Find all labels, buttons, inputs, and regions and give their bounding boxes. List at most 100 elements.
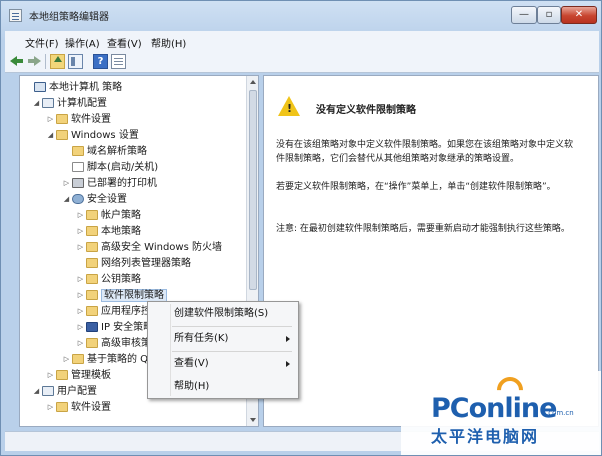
detail-paragraph-2: 若要定义软件限制策略，在“操作”菜单上，单击“创建软件限制策略”。 — [276, 182, 556, 192]
menu-file[interactable]: 文件(F) — [25, 35, 59, 50]
up-folder-icon[interactable] — [50, 54, 65, 69]
tree-node[interactable]: ▷ IP 安全策略 — [76, 320, 153, 335]
tree-expander-icon[interactable]: ▷ — [62, 352, 71, 367]
scroll-up-arrow-icon[interactable] — [250, 80, 256, 84]
detail-paragraph-1: 没有在该组策略对象中定义软件限制策略。如果您在该组策略对象中定义软件限制策略，它… — [276, 140, 574, 164]
tree-expander-icon[interactable]: ▷ — [76, 272, 85, 287]
tree-node[interactable]: ◢ 计算机配置 — [32, 96, 107, 111]
tree-expander-icon[interactable]: ▷ — [46, 400, 55, 415]
tree-expander-icon[interactable]: ◢ — [46, 128, 55, 143]
computer-icon — [42, 98, 54, 108]
back-arrow-icon[interactable] — [9, 54, 24, 69]
folder-icon — [56, 130, 68, 140]
tree-node-label: 脚本(启动/关机) — [87, 162, 159, 173]
toolbar-separator — [45, 54, 46, 69]
context-all-tasks[interactable]: 所有任务(K) — [150, 329, 296, 349]
tree-expander-icon[interactable]: ▷ — [46, 112, 55, 127]
tree-expander-icon[interactable]: ▷ — [76, 288, 85, 303]
watermark-brand: PConline — [431, 393, 557, 424]
warning-icon: ! — [278, 96, 300, 116]
tree-node[interactable]: ◢ Windows 设置 — [46, 128, 139, 143]
folder-icon — [86, 274, 98, 284]
properties-icon[interactable] — [111, 54, 126, 69]
context-item-label: 帮助(H) — [174, 381, 210, 392]
folder-icon — [72, 146, 84, 156]
gear-icon — [72, 194, 84, 204]
doc-icon — [72, 162, 84, 172]
tree-expander-icon[interactable]: ▷ — [76, 320, 85, 335]
close-button[interactable]: ✕ — [561, 6, 597, 24]
tree-node-label: IP 安全策略 — [101, 322, 154, 333]
app-window: 本地组策略编辑器 — ▫ ✕ 文件(F) 操作(A) 查看(V) 帮助(H) ?… — [0, 0, 602, 456]
tree-node-label: 软件设置 — [71, 114, 111, 125]
tree-node[interactable]: ▷ 管理模板 — [46, 368, 111, 383]
scroll-thumb[interactable] — [249, 90, 257, 290]
tree-node[interactable]: ▷ 帐户策略 — [76, 208, 141, 223]
folder-icon — [56, 370, 68, 380]
tree-node[interactable]: 域名解析策略 — [62, 144, 147, 159]
tree-node[interactable]: ▷ 软件设置 — [46, 400, 111, 415]
folder-icon — [86, 258, 98, 268]
tree-node[interactable]: ▷ 应用程序控 — [76, 304, 151, 319]
tree-node[interactable]: ▷ 基于策略的 Qo — [62, 352, 154, 367]
tree-node[interactable]: ▷ 高级安全 Windows 防火墙 — [76, 240, 222, 255]
folder-icon — [86, 306, 98, 316]
maximize-button[interactable]: ▫ — [537, 6, 561, 24]
folder-icon — [56, 114, 68, 124]
tree-node[interactable]: ◢ 安全设置 — [62, 192, 127, 207]
tree-expander-icon[interactable]: ◢ — [62, 192, 71, 207]
menu-action[interactable]: 操作(A) — [65, 35, 100, 50]
submenu-arrow-icon — [286, 361, 290, 367]
menu-view[interactable]: 查看(V) — [107, 35, 142, 50]
tree-expander-icon[interactable]: ▷ — [76, 224, 85, 239]
context-view[interactable]: 查看(V) — [150, 354, 296, 374]
context-separator — [172, 326, 292, 327]
tree-node-label: 管理模板 — [71, 370, 111, 381]
tree-node-label: 基于策略的 Qo — [87, 354, 155, 365]
context-create-policy[interactable]: 创建软件限制策略(S) — [150, 304, 296, 324]
tree-expander-icon[interactable]: ▷ — [46, 368, 55, 383]
computer-icon — [42, 386, 54, 396]
context-item-label: 创建软件限制策略(S) — [174, 308, 269, 319]
tree-expander-icon[interactable]: ▷ — [62, 176, 71, 191]
minimize-button[interactable]: — — [511, 6, 537, 24]
tree-node[interactable]: 脚本(启动/关机) — [62, 160, 158, 175]
watermark-domain: .com.cn — [546, 409, 574, 417]
tree-expander-icon[interactable]: ▷ — [76, 336, 85, 351]
folder-icon — [86, 290, 98, 300]
watermark-chinese: 太平洋电脑网 — [431, 427, 540, 446]
menu-help[interactable]: 帮助(H) — [151, 35, 186, 50]
title-bar[interactable]: 本地组策略编辑器 — ▫ ✕ — [1, 1, 601, 29]
tree-node-label: 高级审核策 — [101, 338, 151, 349]
forward-arrow-icon[interactable] — [27, 54, 42, 69]
menu-bar: 文件(F) 操作(A) 查看(V) 帮助(H) — [5, 31, 599, 51]
folder-icon — [72, 354, 84, 364]
tree-expander-icon[interactable]: ▷ — [76, 240, 85, 255]
folder-icon — [86, 242, 98, 252]
tree-node[interactable]: ▷ 本地策略 — [76, 224, 141, 239]
help-icon[interactable]: ? — [93, 54, 108, 69]
tree-node[interactable]: 本地计算机 策略 — [24, 80, 122, 95]
show-hide-tree-icon[interactable] — [68, 54, 83, 69]
scroll-down-arrow-icon[interactable] — [250, 418, 256, 422]
context-help[interactable]: 帮助(H) — [150, 377, 296, 397]
folder-icon — [56, 402, 68, 412]
tree-node-label: 公钥策略 — [101, 274, 141, 285]
tree-node[interactable]: ▷ 高级审核策 — [76, 336, 151, 351]
tree-node[interactable]: ◢ 用户配置 — [32, 384, 97, 399]
tree-expander-icon[interactable]: ◢ — [32, 96, 41, 111]
folder-icon — [86, 338, 98, 348]
tree-node-label: 本地策略 — [101, 226, 141, 237]
tree-node[interactable]: ▷ 已部署的打印机 — [62, 176, 157, 191]
folder-icon — [86, 210, 98, 220]
tree-expander-icon[interactable]: ◢ — [32, 384, 41, 399]
context-item-label: 查看(V) — [174, 358, 209, 369]
tree-expander-icon[interactable]: ▷ — [76, 304, 85, 319]
tree-expander-icon[interactable]: ▷ — [76, 208, 85, 223]
context-separator — [172, 351, 292, 352]
tree-node-label: 用户配置 — [57, 386, 97, 397]
tree-node[interactable]: ▷ 公钥策略 — [76, 272, 141, 287]
tree-node[interactable]: 网络列表管理器策略 — [76, 256, 191, 271]
tree-node-label: 高级安全 Windows 防火墙 — [101, 242, 222, 253]
tree-node[interactable]: ▷ 软件设置 — [46, 112, 111, 127]
